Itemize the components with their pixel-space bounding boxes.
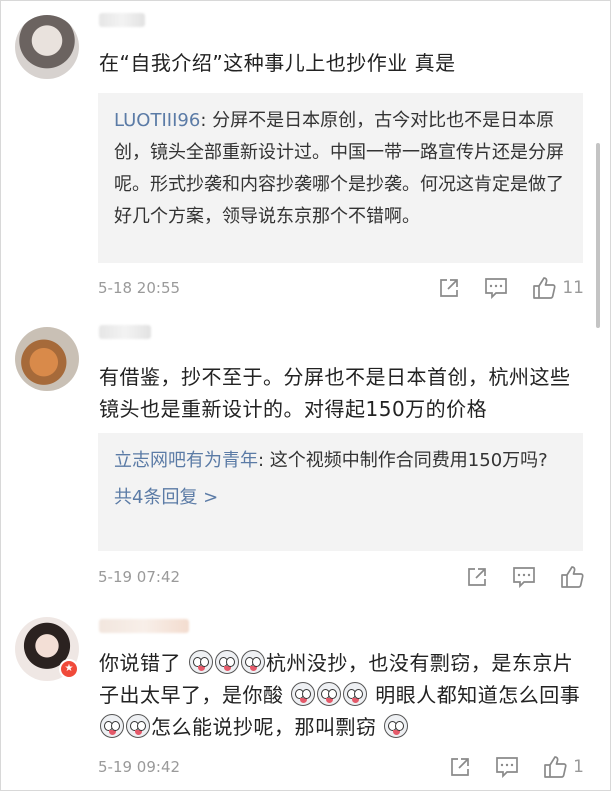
comment-text-part: 你说错了 <box>99 651 188 675</box>
laugh-cry-emoji-icon <box>384 714 409 738</box>
like-count: 1 <box>573 757 584 777</box>
thumbs-up-icon <box>561 566 584 588</box>
share-icon <box>440 279 459 297</box>
comment-text: 你说错了 杭州没抄，也没有剽窃，是东京片子出太早了，是你酸 明眼人都知道怎么回事… <box>99 647 589 743</box>
reply-author-link[interactable]: LUOTIII96 <box>114 110 200 131</box>
reply-quote[interactable]: 立志网吧有为青年: 这个视频中制作合同费用150万吗? 共4条回复 > <box>98 433 583 551</box>
comment-time: 5-19 07:42 <box>98 568 181 586</box>
reply-icon <box>513 567 535 588</box>
comment-text: 有借鉴，抄不至于。分屏也不是日本首创，杭州这些镜头也是重新设计的。对得起150万… <box>99 365 571 421</box>
username-blurred[interactable] <box>99 619 189 633</box>
comment-time: 5-18 20:55 <box>98 279 181 297</box>
reply-icon <box>496 757 519 778</box>
comment-actions: 1 <box>449 753 584 781</box>
verified-badge-icon: ★ <box>59 659 79 679</box>
comment-actions <box>466 563 584 591</box>
like-count: 11 <box>562 278 584 298</box>
reply-button[interactable] <box>495 756 519 778</box>
share-button[interactable] <box>466 566 488 588</box>
thumbs-up-icon <box>533 277 556 299</box>
comment-text-part: 怎么能说抄呢，那叫剽窃 <box>151 715 377 739</box>
share-icon <box>451 758 470 776</box>
reply-icon <box>485 278 508 299</box>
like-button[interactable]: 1 <box>543 755 584 779</box>
comment-text-part: 明眼人都知道怎么回事 <box>368 683 581 707</box>
view-replies-link[interactable]: 共4条回复 > <box>114 483 567 509</box>
laugh-cry-emoji-icon <box>126 714 150 738</box>
comment-time: 5-19 09:42 <box>98 758 181 776</box>
laugh-cry-emoji-icon <box>240 650 265 674</box>
reply-button[interactable] <box>484 277 508 299</box>
scrollbar[interactable] <box>596 143 600 328</box>
laugh-cry-emoji-icon <box>214 650 239 674</box>
comment-actions: 11 <box>438 274 584 302</box>
username-blurred[interactable] <box>99 13 145 27</box>
reply-quote-text: 立志网吧有为青年: 这个视频中制作合同费用150万吗? <box>114 445 567 477</box>
avatar[interactable] <box>15 327 79 391</box>
reply-quote-text: LUOTIII96: 分屏不是日本原创，古今对比也不是日本原创，镜头全部重新设计… <box>114 105 567 233</box>
thumbs-up-icon <box>544 756 567 778</box>
laugh-cry-emoji-icon <box>291 682 316 706</box>
like-button[interactable]: 11 <box>532 276 584 300</box>
share-button[interactable] <box>449 756 471 778</box>
like-button[interactable] <box>560 565 584 589</box>
laugh-cry-emoji-icon <box>188 650 213 674</box>
avatar[interactable] <box>15 15 79 79</box>
reply-quote-body: : 这个视频中制作合同费用150万吗? <box>258 450 548 471</box>
share-button[interactable] <box>438 277 460 299</box>
share-icon <box>468 568 486 586</box>
laugh-cry-emoji-icon <box>343 682 368 706</box>
reply-quote[interactable]: LUOTIII96: 分屏不是日本原创，古今对比也不是日本原创，镜头全部重新设计… <box>98 93 583 263</box>
reply-author-link[interactable]: 立志网吧有为青年 <box>114 450 258 471</box>
reply-button[interactable] <box>512 566 536 588</box>
laugh-cry-emoji-icon <box>317 682 342 706</box>
username-blurred[interactable] <box>99 325 151 339</box>
comment-text: 在“自我介绍”这种事儿上也抄作业 真是 <box>99 51 456 75</box>
laugh-cry-emoji-icon <box>100 714 124 738</box>
